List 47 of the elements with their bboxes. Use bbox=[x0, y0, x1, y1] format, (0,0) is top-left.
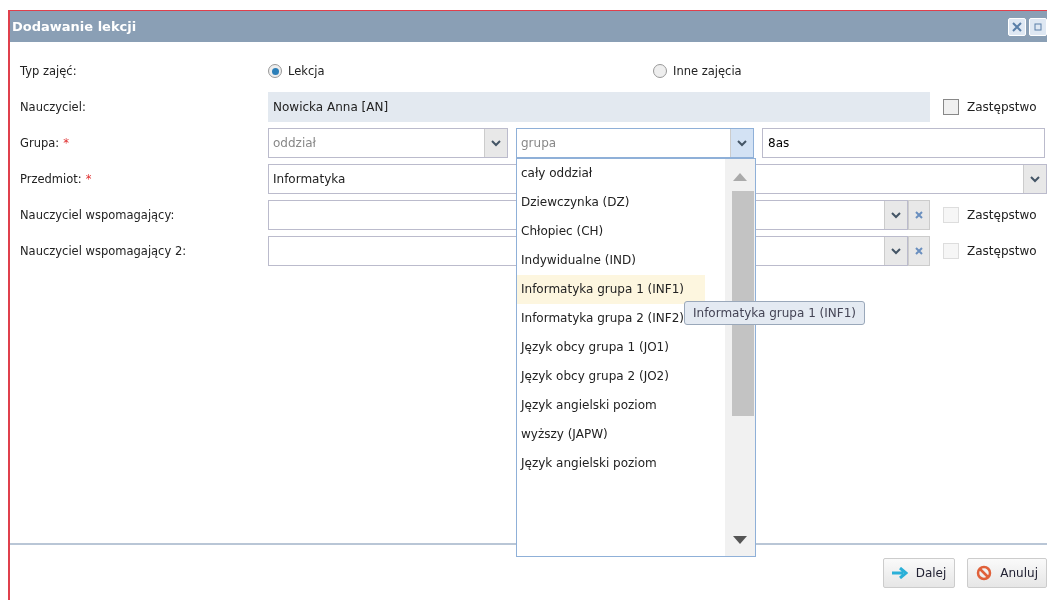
checkbox-label: Zastępstwo bbox=[967, 244, 1037, 258]
dropdown-option[interactable]: cały oddział bbox=[517, 159, 705, 188]
prohibited-icon bbox=[976, 564, 993, 581]
scroll-up-icon[interactable] bbox=[733, 173, 747, 181]
tooltip: Informatyka grupa 1 (INF1) bbox=[684, 301, 865, 325]
next-button[interactable]: Dalej bbox=[882, 557, 956, 588]
chevron-down-icon bbox=[737, 139, 747, 147]
clear-icon bbox=[915, 247, 923, 255]
clear-button[interactable] bbox=[908, 200, 930, 230]
checkbox-label: Zastępstwo bbox=[967, 100, 1037, 114]
window-icon[interactable] bbox=[1029, 17, 1047, 36]
class-field[interactable]: 8as bbox=[762, 128, 1045, 158]
arrow-right-icon bbox=[891, 566, 908, 579]
field-label: Nauczyciel: bbox=[20, 100, 86, 114]
chevron-down-icon bbox=[1030, 175, 1040, 183]
clear-button[interactable] bbox=[908, 236, 930, 266]
division-select[interactable]: oddział bbox=[268, 128, 508, 158]
field-label: Grupa: bbox=[20, 136, 60, 150]
required-mark: * bbox=[85, 172, 92, 186]
chevron-down-icon bbox=[891, 247, 901, 255]
radio-button[interactable] bbox=[653, 64, 667, 78]
dropdown-option[interactable]: Chłopiec (CH) bbox=[517, 217, 705, 246]
clear-icon bbox=[915, 211, 923, 219]
required-mark: * bbox=[63, 136, 69, 150]
radio-label: Lekcja bbox=[288, 64, 325, 78]
dropdown-option[interactable]: Język angielski poziom wyższy (JAPW) bbox=[517, 391, 705, 449]
dropdown-option[interactable]: Język obcy grupa 1 (JO1) bbox=[517, 333, 705, 362]
chevron-down-icon bbox=[891, 211, 901, 219]
field-label: Przedmiot: bbox=[20, 172, 82, 186]
dropdown-option[interactable]: Indywidualne (IND) bbox=[517, 246, 705, 275]
dropdown-option[interactable]: Informatyka grupa 1 (INF1) bbox=[517, 275, 705, 304]
dropdown-option[interactable]: Język obcy grupa 2 (JO2) bbox=[517, 362, 705, 391]
radio-label: Inne zajęcia bbox=[673, 64, 742, 78]
checkbox[interactable] bbox=[943, 99, 959, 115]
checkbox-label: Zastępstwo bbox=[967, 208, 1037, 222]
dropdown-option[interactable]: Dziewczynka (DZ) bbox=[517, 188, 705, 217]
scroll-down-icon[interactable] bbox=[733, 536, 747, 544]
window-title: Dodawanie lekcji bbox=[12, 19, 137, 34]
field-label: Typ zajęć: bbox=[20, 64, 77, 78]
field-label: Nauczyciel wspomagający 2: bbox=[20, 244, 187, 258]
teacher-field: Nowicka Anna [AN] bbox=[268, 92, 930, 122]
dropdown-option[interactable]: Język angielski poziom bbox=[517, 449, 705, 478]
field-label: Nauczyciel wspomagający: bbox=[20, 208, 175, 222]
close-icon[interactable] bbox=[1008, 17, 1026, 36]
chevron-down-icon bbox=[491, 139, 501, 147]
cancel-button[interactable]: Anuluj bbox=[967, 557, 1047, 588]
radio-button[interactable] bbox=[268, 64, 282, 78]
